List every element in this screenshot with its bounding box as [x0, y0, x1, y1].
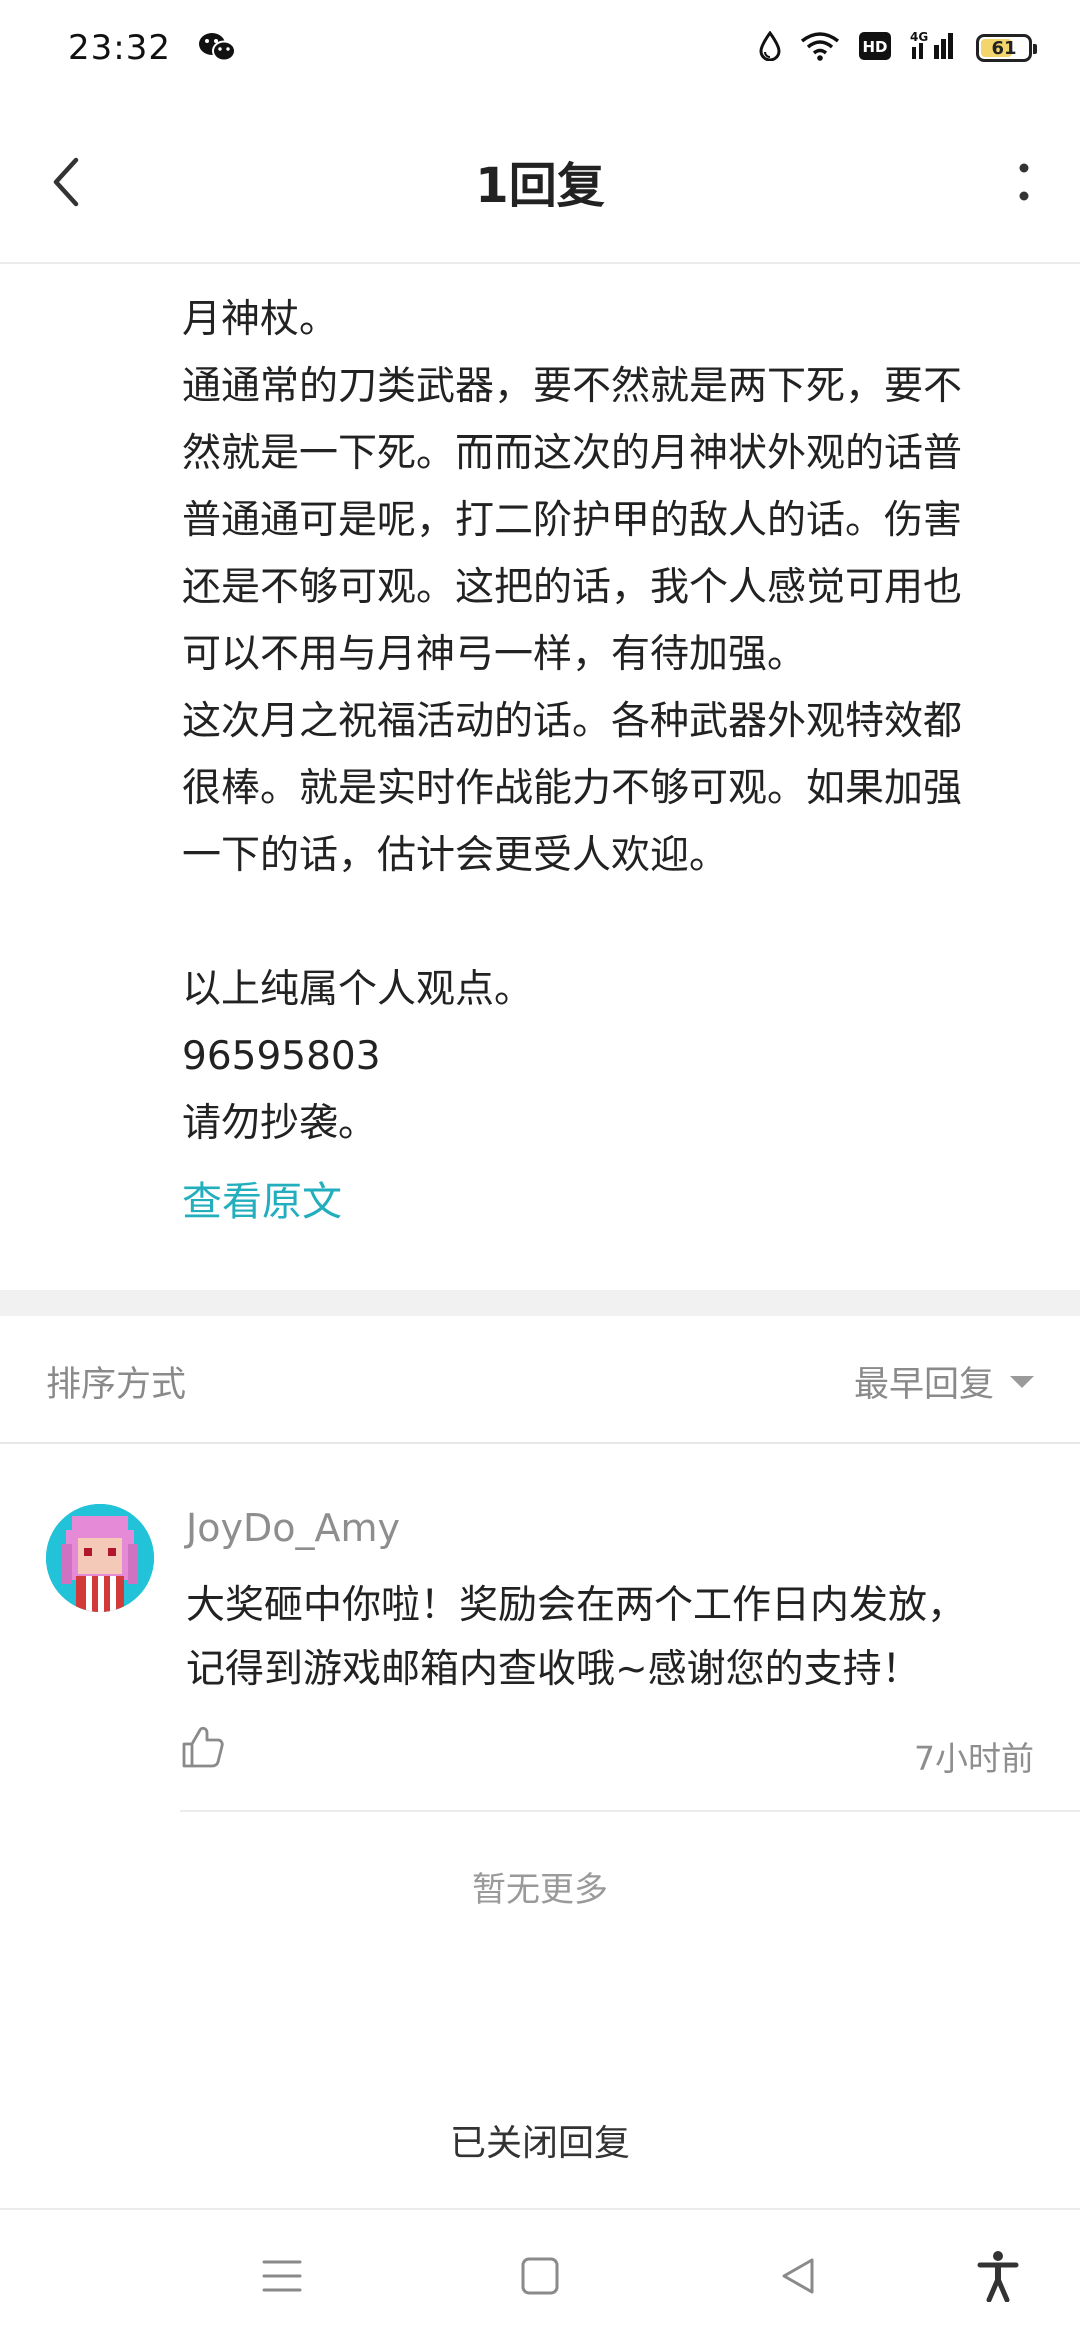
reply-line: 大奖砸中你啦！奖励会在两个工作日内发放， — [186, 1583, 967, 1628]
like-button[interactable] — [180, 1724, 230, 1774]
post-line: 普通通可是呢，打二阶护甲的敌人的话。伤害 — [182, 498, 963, 543]
reply-time: 7小时前 — [914, 1739, 1034, 1778]
hd-icon: HD — [858, 31, 892, 65]
sort-dropdown[interactable]: 最早回复 — [854, 1356, 1034, 1407]
header: 1回复 — [0, 96, 1080, 264]
accessibility-button[interactable] — [968, 2246, 1028, 2306]
replies-closed-text: 已关闭回复 — [449, 2123, 630, 2164]
post-content: 月神杖。 通通常的刀类武器，要不然就是两下死，要不 然就是一下死。而而这次的月神… — [182, 286, 1022, 1235]
page-title: 1回复 — [475, 158, 605, 214]
more-vertical-icon — [1019, 163, 1029, 201]
post-line: 这次月之祝福活动的话。各种武器外观特效都 — [182, 699, 963, 744]
menu-icon — [262, 2260, 302, 2292]
no-more-text: 暂无更多 — [472, 1870, 608, 1910]
reply-item: JoyDo_Amy 大奖砸中你啦！奖励会在两个工作日内发放， 记得到游戏邮箱内查… — [0, 1444, 1080, 1814]
hd-label: HD — [862, 38, 887, 56]
more-button[interactable] — [1004, 152, 1044, 212]
reply-divider — [180, 1810, 1080, 1812]
drop-icon — [758, 30, 782, 65]
post-line: 很棒。就是实时作战能力不够可观。如果加强 — [182, 766, 963, 811]
signal-icon: 4G — [910, 29, 958, 67]
post-line: 请勿抄袭。 — [182, 1101, 378, 1146]
screen: 23:32 HD 4G 61 1回复 月神杖。 通通常的刀类武器，要不然就是两下… — [0, 0, 1080, 2340]
view-original-link[interactable]: 查看原文 — [182, 1169, 1022, 1235]
section-divider — [0, 1290, 1080, 1316]
wechat-icon — [197, 30, 237, 66]
status-icons: HD 4G 61 — [758, 29, 1037, 67]
nav-back-button[interactable] — [768, 2246, 828, 2306]
sort-label: 排序方式 — [46, 1365, 187, 1405]
battery-level: 61 — [991, 37, 1017, 59]
nav-menu-button[interactable] — [252, 2246, 312, 2306]
post-line: 以上纯属个人观点。 — [182, 967, 534, 1012]
reply-text: 大奖砸中你啦！奖励会在两个工作日内发放， 记得到游戏邮箱内查收哦~感谢您的支持！ — [186, 1574, 1046, 1702]
accessibility-icon — [977, 2251, 1019, 2302]
avatar[interactable] — [46, 1504, 154, 1612]
status-time: 23:32 — [68, 28, 171, 68]
wifi-icon — [800, 31, 840, 65]
caret-down-icon — [1010, 1375, 1034, 1388]
reply-username[interactable]: JoyDo_Amy — [186, 1506, 400, 1550]
post-line: 然就是一下死。而而这次的月神状外观的话普 — [182, 431, 963, 476]
triangle-back-icon — [782, 2258, 814, 2294]
post-line: 一下的话，估计会更受人欢迎。 — [182, 833, 729, 878]
post-line: 可以不用与月神弓一样，有待加强。 — [182, 632, 807, 677]
network-label: 4G — [910, 30, 928, 44]
reply-line: 记得到游戏邮箱内查收哦~感谢您的支持！ — [186, 1647, 921, 1692]
system-nav-bar — [0, 2208, 1080, 2340]
post-line: 还是不够可观。这把的话，我个人感觉可用也 — [182, 565, 963, 610]
post-line: 96595803 — [182, 1034, 381, 1079]
sort-selected-value: 最早回复 — [853, 1365, 994, 1405]
post-line: 月神杖。 — [182, 297, 339, 342]
status-bar: 23:32 HD 4G 61 — [0, 0, 1080, 96]
square-icon — [521, 2257, 559, 2295]
thumbs-up-icon — [182, 1726, 224, 1768]
nav-home-button[interactable] — [510, 2246, 570, 2306]
battery-icon: 61 — [976, 34, 1037, 62]
post-line: 通通常的刀类武器，要不然就是两下死，要不 — [182, 364, 963, 409]
sort-bar: 排序方式 最早回复 — [0, 1316, 1080, 1444]
